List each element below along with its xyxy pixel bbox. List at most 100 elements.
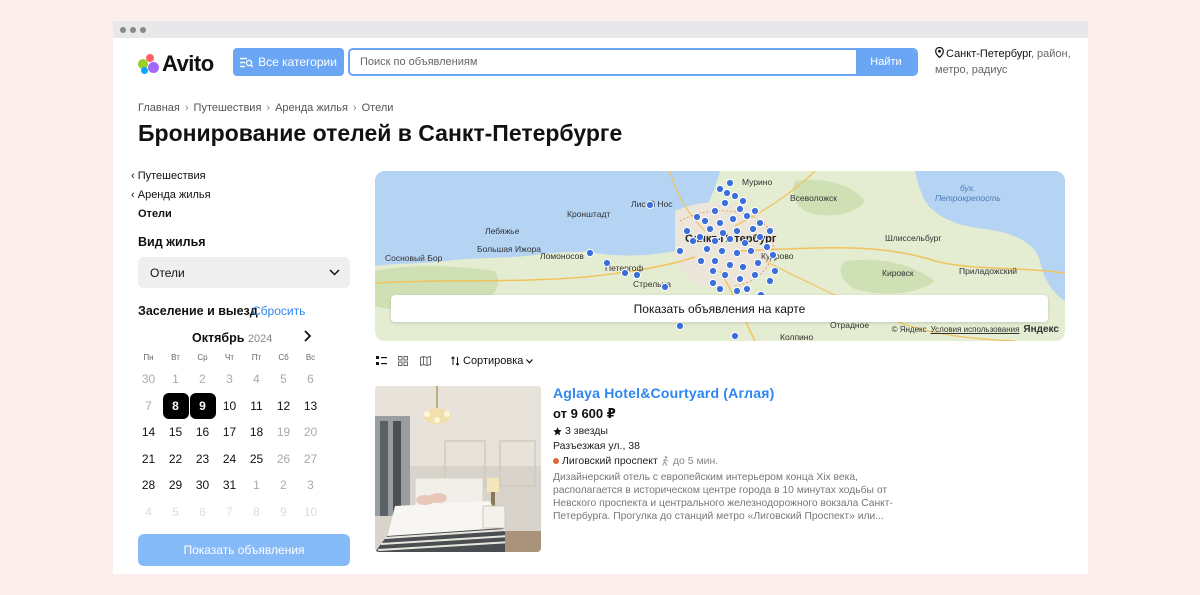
map-pin[interactable] — [720, 270, 730, 280]
map-pin[interactable] — [585, 248, 595, 258]
map-pin[interactable] — [708, 266, 718, 276]
calendar-day[interactable]: 28 — [135, 472, 162, 499]
map-view-icon[interactable] — [419, 355, 431, 367]
calendar-day[interactable]: 26 — [270, 446, 297, 473]
map-pin[interactable] — [765, 226, 775, 236]
map-pin[interactable] — [715, 184, 725, 194]
map-pin[interactable] — [710, 256, 720, 266]
nav-item-travel[interactable]: ‹ Путешествия — [131, 167, 211, 186]
avito-logo[interactable]: Avito — [138, 51, 214, 77]
map-pin[interactable] — [728, 214, 738, 224]
search-button[interactable]: Найти — [856, 50, 916, 74]
breadcrumb-home[interactable]: Главная — [138, 102, 180, 114]
map-pin[interactable] — [755, 218, 765, 228]
calendar-day[interactable]: 30 — [135, 366, 162, 393]
map-pin[interactable] — [620, 268, 630, 278]
calendar-day[interactable]: 14 — [135, 419, 162, 446]
map-pin[interactable] — [730, 331, 740, 341]
calendar-day[interactable]: 5 — [270, 366, 297, 393]
map[interactable]: Мурино Всеволожск бух. Петрокрепость Лис… — [375, 171, 1065, 341]
map-pin[interactable] — [732, 286, 742, 296]
calendar-day[interactable]: 24 — [216, 446, 243, 473]
list-view-icon[interactable] — [375, 355, 387, 367]
calendar-day[interactable]: 2 — [189, 366, 216, 393]
search-input[interactable] — [350, 50, 856, 74]
breadcrumb-travel[interactable]: Путешествия — [194, 102, 262, 114]
calendar-day[interactable]: 22 — [162, 446, 189, 473]
housing-type-select[interactable]: Отели — [138, 257, 350, 288]
map-pin[interactable] — [675, 321, 685, 331]
map-pin[interactable] — [720, 198, 730, 208]
map-pin[interactable] — [755, 232, 765, 242]
map-pin[interactable] — [660, 282, 670, 292]
calendar-day[interactable]: 3 — [216, 366, 243, 393]
map-pin[interactable] — [753, 258, 763, 268]
map-pin[interactable] — [738, 262, 748, 272]
calendar-day[interactable]: 21 — [135, 446, 162, 473]
map-pin[interactable] — [710, 206, 720, 216]
calendar-day[interactable]: 1 — [243, 472, 270, 499]
show-listings-button[interactable]: Показать объявления — [138, 534, 350, 566]
map-pin[interactable] — [765, 276, 775, 286]
calendar-day[interactable]: 30 — [189, 472, 216, 499]
map-pin[interactable] — [675, 246, 685, 256]
sort-dropdown[interactable]: Сортировка — [451, 355, 534, 367]
map-pin[interactable] — [710, 236, 720, 246]
map-pin[interactable] — [735, 204, 745, 214]
calendar-day[interactable]: 8 — [162, 392, 189, 419]
map-pin[interactable] — [702, 244, 712, 254]
map-pin[interactable] — [732, 248, 742, 258]
map-pin[interactable] — [688, 236, 698, 246]
map-pin[interactable] — [725, 178, 735, 188]
calendar-day[interactable]: 7 — [135, 393, 162, 420]
map-pin[interactable] — [740, 238, 750, 248]
calendar-day[interactable]: 25 — [243, 446, 270, 473]
calendar-day[interactable]: 20 — [297, 419, 324, 446]
map-terms-link[interactable]: Условия использования — [931, 325, 1020, 334]
nav-item-rental[interactable]: ‹ Аренда жилья — [131, 186, 211, 205]
map-pin[interactable] — [695, 232, 705, 242]
calendar-day[interactable]: 29 — [162, 472, 189, 499]
calendar-day[interactable]: 23 — [189, 446, 216, 473]
map-pin[interactable] — [682, 226, 692, 236]
calendar-day[interactable]: 9 — [189, 392, 216, 419]
calendar-day[interactable]: 13 — [297, 393, 324, 420]
map-pin[interactable] — [645, 200, 655, 210]
calendar-day[interactable]: 11 — [243, 393, 270, 420]
calendar-next-button[interactable] — [303, 329, 312, 346]
listing-photo[interactable] — [375, 386, 541, 552]
map-pin[interactable] — [725, 260, 735, 270]
map-pin[interactable] — [700, 216, 710, 226]
map-pin[interactable] — [738, 196, 748, 206]
calendar-day[interactable]: 19 — [270, 419, 297, 446]
reset-dates-link[interactable]: Сбросить — [252, 304, 305, 318]
calendar-day[interactable]: 15 — [162, 419, 189, 446]
map-pin[interactable] — [602, 258, 612, 268]
breadcrumb-rental[interactable]: Аренда жилья — [275, 102, 348, 114]
map-pin[interactable] — [715, 218, 725, 228]
map-pin[interactable] — [768, 250, 778, 260]
calendar-day[interactable]: 12 — [270, 393, 297, 420]
calendar-day[interactable]: 4 — [243, 366, 270, 393]
map-pin[interactable] — [718, 228, 728, 238]
calendar-day[interactable]: 2 — [270, 472, 297, 499]
calendar-day[interactable]: 17 — [216, 419, 243, 446]
map-pin[interactable] — [632, 270, 642, 280]
map-pin[interactable] — [742, 211, 752, 221]
map-pin[interactable] — [748, 224, 758, 234]
map-pin[interactable] — [746, 246, 756, 256]
map-pin[interactable] — [715, 284, 725, 294]
map-pin[interactable] — [750, 270, 760, 280]
listing-title[interactable]: Aglaya Hotel&Courtyard (Аглая) — [553, 385, 893, 401]
map-pin[interactable] — [722, 188, 732, 198]
calendar-day[interactable]: 1 — [162, 366, 189, 393]
map-pin[interactable] — [750, 206, 760, 216]
calendar-day[interactable]: 10 — [216, 393, 243, 420]
calendar-day[interactable]: 6 — [297, 366, 324, 393]
grid-view-icon[interactable] — [397, 355, 409, 367]
calendar-day[interactable]: 27 — [297, 446, 324, 473]
calendar-day[interactable]: 3 — [297, 472, 324, 499]
map-pin[interactable] — [696, 256, 706, 266]
map-pin[interactable] — [735, 274, 745, 284]
calendar-day[interactable]: 31 — [216, 472, 243, 499]
